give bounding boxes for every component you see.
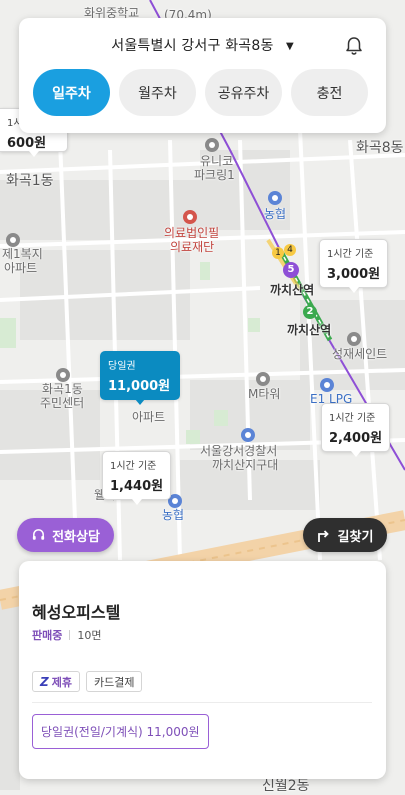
building-icon: [205, 138, 219, 152]
price-marker[interactable]: 1시간 기준 3,000원: [319, 239, 389, 293]
subway-badge-1: 1: [272, 247, 284, 259]
bank-icon: [268, 191, 282, 205]
tab-shared-parking[interactable]: 공유주차: [205, 69, 282, 116]
gas-station-icon: [320, 378, 334, 392]
marker-label: 1시간 기준: [329, 413, 376, 424]
subway-badge-2: 2: [303, 305, 317, 319]
directions-label: 길찾기: [337, 529, 374, 545]
ticket-option-button[interactable]: 당일권(전일/기계식) 11,000원: [32, 714, 209, 749]
map-label-sinwol: 신월2동: [262, 778, 310, 794]
map-label-station2: 까치산역: [287, 323, 332, 337]
directions-button[interactable]: 길찾기: [303, 518, 387, 552]
police-icon: [241, 428, 255, 442]
bell-icon[interactable]: [344, 36, 364, 56]
building-icon: [256, 372, 270, 386]
building-icon: [347, 332, 361, 346]
price-marker[interactable]: 1시간 기준 2,400원: [321, 403, 391, 457]
marker-price: 2,400원: [329, 431, 383, 446]
map-label-parkring: 파크링1: [194, 168, 235, 182]
divider: [69, 630, 71, 640]
map-label-center2: 주민센터: [40, 396, 85, 410]
parking-lot-name: 혜성오피스텔: [32, 603, 121, 622]
location-text: 서울특별시 강서구 화곡8동: [111, 38, 274, 54]
partner-logo-icon: Z: [40, 674, 49, 689]
feature-tags: Z 제휴 카드결제: [32, 671, 143, 692]
map-label-nonghyup2: 농협: [162, 508, 185, 522]
parking-detail-card[interactable]: 혜성오피스텔 판매중 10면 Z 제휴 카드결제 당일권(전일/기계식) 11,…: [19, 561, 386, 779]
tab-daily-parking[interactable]: 일주차: [33, 69, 110, 116]
hospital-icon: [183, 210, 197, 224]
map-label-police1: 서울강서경찰서: [200, 444, 278, 458]
consult-label: 전화상담: [52, 529, 100, 545]
map-label-apt: 아파트: [132, 410, 166, 424]
card-payment-label: 카드결제: [93, 675, 135, 689]
tab-charging[interactable]: 충전: [291, 69, 368, 116]
card-payment-tag: 카드결제: [85, 671, 143, 692]
map-label-police2: 까치산지구대: [212, 458, 279, 472]
ticket-label: 당일권(전일/기계식) 11,000원: [41, 725, 200, 739]
space-count: 10면: [77, 629, 102, 642]
map-label-seongjae: 성재세인트: [332, 347, 388, 361]
divider: [32, 702, 372, 703]
map-label-nonghyup: 농협: [264, 207, 287, 221]
location-selector[interactable]: 서울특별시 강서구 화곡8동 ▼: [19, 35, 386, 57]
map-label-center1: 화곡1동: [42, 382, 83, 396]
price-marker[interactable]: 1시간 기준 1,440원: [102, 451, 172, 505]
map-label-uiryo: 의료법인필: [164, 226, 220, 240]
subway-badge-4: 4: [284, 244, 296, 256]
map-label-jeil2: 아파트: [4, 261, 38, 275]
marker-label: 1시간 기준: [327, 249, 374, 260]
partner-tag: Z 제휴: [32, 671, 80, 692]
partner-tag-label: 제휴: [51, 675, 72, 689]
map-label-jeil1: 제1복지: [2, 247, 43, 261]
price-marker-selected[interactable]: 당일권 11,000원: [100, 351, 180, 405]
turn-right-icon: [317, 530, 329, 542]
subway-badge-5: 5: [283, 262, 299, 278]
map-label-unico: 유니코: [200, 154, 234, 168]
marker-label: 1시간 기준: [110, 461, 157, 472]
map-label-hwagok1: 화곡1동: [6, 173, 54, 189]
map-label-station1: 까치산역: [270, 283, 315, 297]
marker-price: 1,440원: [110, 479, 164, 494]
apartment-icon: [6, 233, 20, 247]
headset-icon: [32, 528, 45, 540]
map-label-mtower: M타워: [248, 387, 281, 401]
marker-price: 11,000원: [108, 379, 171, 394]
sale-status: 판매중: [32, 629, 63, 642]
tab-monthly-parking[interactable]: 월주차: [119, 69, 196, 116]
marker-label: 당일권: [108, 361, 136, 372]
marker-price: 600원: [7, 136, 47, 151]
status-row: 판매중 10면: [32, 627, 102, 643]
search-header-card: 서울특별시 강서구 화곡8동 ▼ 일주차 월주차 공유주차 충전: [19, 18, 386, 133]
caret-down-icon: ▼: [286, 40, 294, 52]
map-label-hwagok8: 화곡8동: [356, 140, 404, 156]
phone-consult-button[interactable]: 전화상담: [17, 518, 114, 552]
marker-price: 3,000원: [327, 267, 381, 282]
office-icon: [56, 368, 70, 382]
category-tabs: 일주차 월주차 공유주차 충전: [33, 69, 368, 116]
map-label-uiryo2: 의료재단: [170, 240, 215, 254]
